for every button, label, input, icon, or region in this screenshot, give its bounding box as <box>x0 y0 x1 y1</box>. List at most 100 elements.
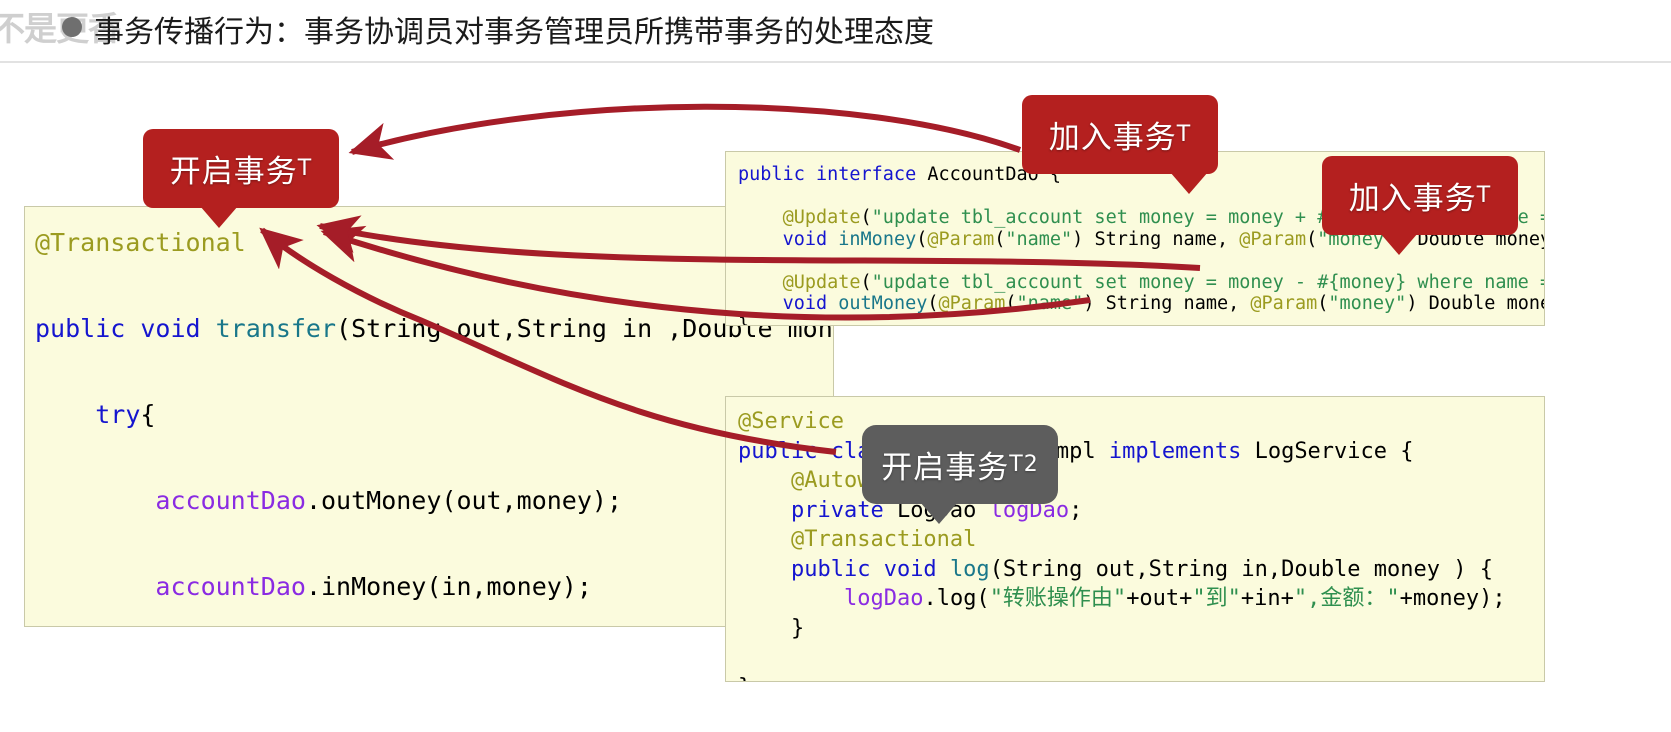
code-token: @Update <box>782 207 861 228</box>
code-token: public interface <box>738 164 928 185</box>
code-token: LogService <box>1254 438 1388 464</box>
code-line: private LogDao logDao; <box>738 496 1544 526</box>
code-token: outMoney <box>838 293 928 314</box>
callout-tail <box>1170 172 1208 194</box>
callout-join-transaction-t-1[interactable]: 加入事务 T <box>1022 95 1218 194</box>
code-token: ( <box>860 207 872 228</box>
code-token: public void <box>35 314 216 343</box>
code-line: @Transactional <box>738 525 1544 555</box>
code-line: public void transfer(String out,String i… <box>35 307 833 350</box>
code-token: { <box>1387 438 1414 464</box>
code-panel-transfer-service: @Transactional public void transfer(Stri… <box>24 206 834 627</box>
callout-open-transaction-t[interactable]: 开启事务 T <box>143 129 339 228</box>
code-token: ) String name, <box>1072 228 1240 250</box>
arrow-join-to-open <box>348 103 1022 160</box>
callout-join-transaction-t-2[interactable]: 加入事务 T <box>1322 156 1518 255</box>
code-line: } <box>738 614 1544 644</box>
page-title: 事务传播行为：事务协调员对事务管理员所携带事务的处理态度 <box>94 15 934 50</box>
code-token: @Service <box>738 409 844 434</box>
code-token: } <box>738 314 750 326</box>
code-token: @Param <box>927 228 995 250</box>
code-line: @Autowired <box>738 466 1544 496</box>
code-line: } <box>738 673 1544 682</box>
code-token: "name" <box>1016 293 1084 314</box>
code-token: @Transactional <box>790 527 977 552</box>
code-token: log <box>949 556 990 582</box>
code-token: "转账操作由" <box>989 586 1127 611</box>
callout-open-t2-sub: T2 <box>1009 452 1039 477</box>
code-token: (String out,String in,Double money ) { <box>989 556 1494 582</box>
code-line: @Service <box>738 407 1544 437</box>
code-panel-log-service-impl: @Service public class LogServiceImpl impl… <box>725 396 1545 682</box>
code-token: @Param <box>1250 293 1318 314</box>
code-token: ( <box>1317 293 1329 314</box>
code-line: try{ <box>35 393 833 436</box>
code-token: ( <box>1306 228 1318 250</box>
callout-open-transaction-t2[interactable]: 开启事务 T2 <box>862 425 1058 524</box>
code-token: @Update <box>782 271 861 293</box>
callout-tail <box>920 502 958 524</box>
code-line: logDao.log("转账操作由"+out+"到"+in+",金额："+mon… <box>738 584 1544 614</box>
code-token: "到" <box>1192 586 1241 611</box>
code-token: inMoney <box>838 228 917 250</box>
code-token: ( <box>927 293 939 314</box>
code-token: "update tbl_account set money = money - … <box>871 271 1544 293</box>
slide-canvas: 不是更香 事务传播行为：事务协调员对事务管理员所携带事务的处理态度 @Trans… <box>0 0 1671 732</box>
code-token: accountDao <box>155 486 306 515</box>
code-token: .inMoney(in,money); <box>305 572 592 601</box>
callout-join-t2-main: 加入事务 <box>1348 181 1477 217</box>
code-token: .log( <box>923 586 990 611</box>
code-token: { <box>140 400 156 429</box>
code-token: accountDao <box>155 572 306 601</box>
callout-tail <box>1380 233 1418 255</box>
code-token: ( <box>916 228 928 250</box>
code-token: logDao <box>843 586 924 611</box>
slide-header: 不是更香 事务传播行为：事务协调员对事务管理员所携带事务的处理态度 <box>0 0 1671 63</box>
callout-open-t2-main: 开启事务 <box>881 450 1010 486</box>
code-token: ( <box>1005 293 1017 314</box>
callout-join-t1-sub: T <box>1176 122 1192 147</box>
code-token: } <box>738 675 751 682</box>
code-token: @Transactional <box>35 228 246 257</box>
callout-open-t-main: 开启事务 <box>169 154 298 190</box>
code-token: "name" <box>1005 228 1073 250</box>
code-token: +money); <box>1399 586 1506 611</box>
code-token: "money" <box>1328 293 1407 314</box>
code-token: ( <box>860 271 872 293</box>
code-token: void <box>782 293 839 314</box>
code-token: try <box>95 400 141 429</box>
code-token: ) String name, <box>1083 293 1251 314</box>
code-token: ( <box>994 228 1006 250</box>
code-token: +in+ <box>1240 586 1294 611</box>
code-token: ",金额：" <box>1293 586 1400 611</box>
code-token: void <box>782 228 839 250</box>
code-line: @Transactional <box>35 221 833 264</box>
code-line: public class LogServiceImpl implements L… <box>738 437 1544 467</box>
code-token: } <box>738 615 805 641</box>
watermark-dot-icon <box>62 17 82 37</box>
code-token: implements <box>1095 438 1255 464</box>
code-line: accountDao.outMoney(out,money); <box>35 479 833 522</box>
callout-join-t2-sub: T <box>1476 183 1492 208</box>
callout-join-t1-main: 加入事务 <box>1048 120 1177 156</box>
code-token: ) Double money); <box>1406 293 1544 314</box>
code-token: public void <box>790 556 950 582</box>
